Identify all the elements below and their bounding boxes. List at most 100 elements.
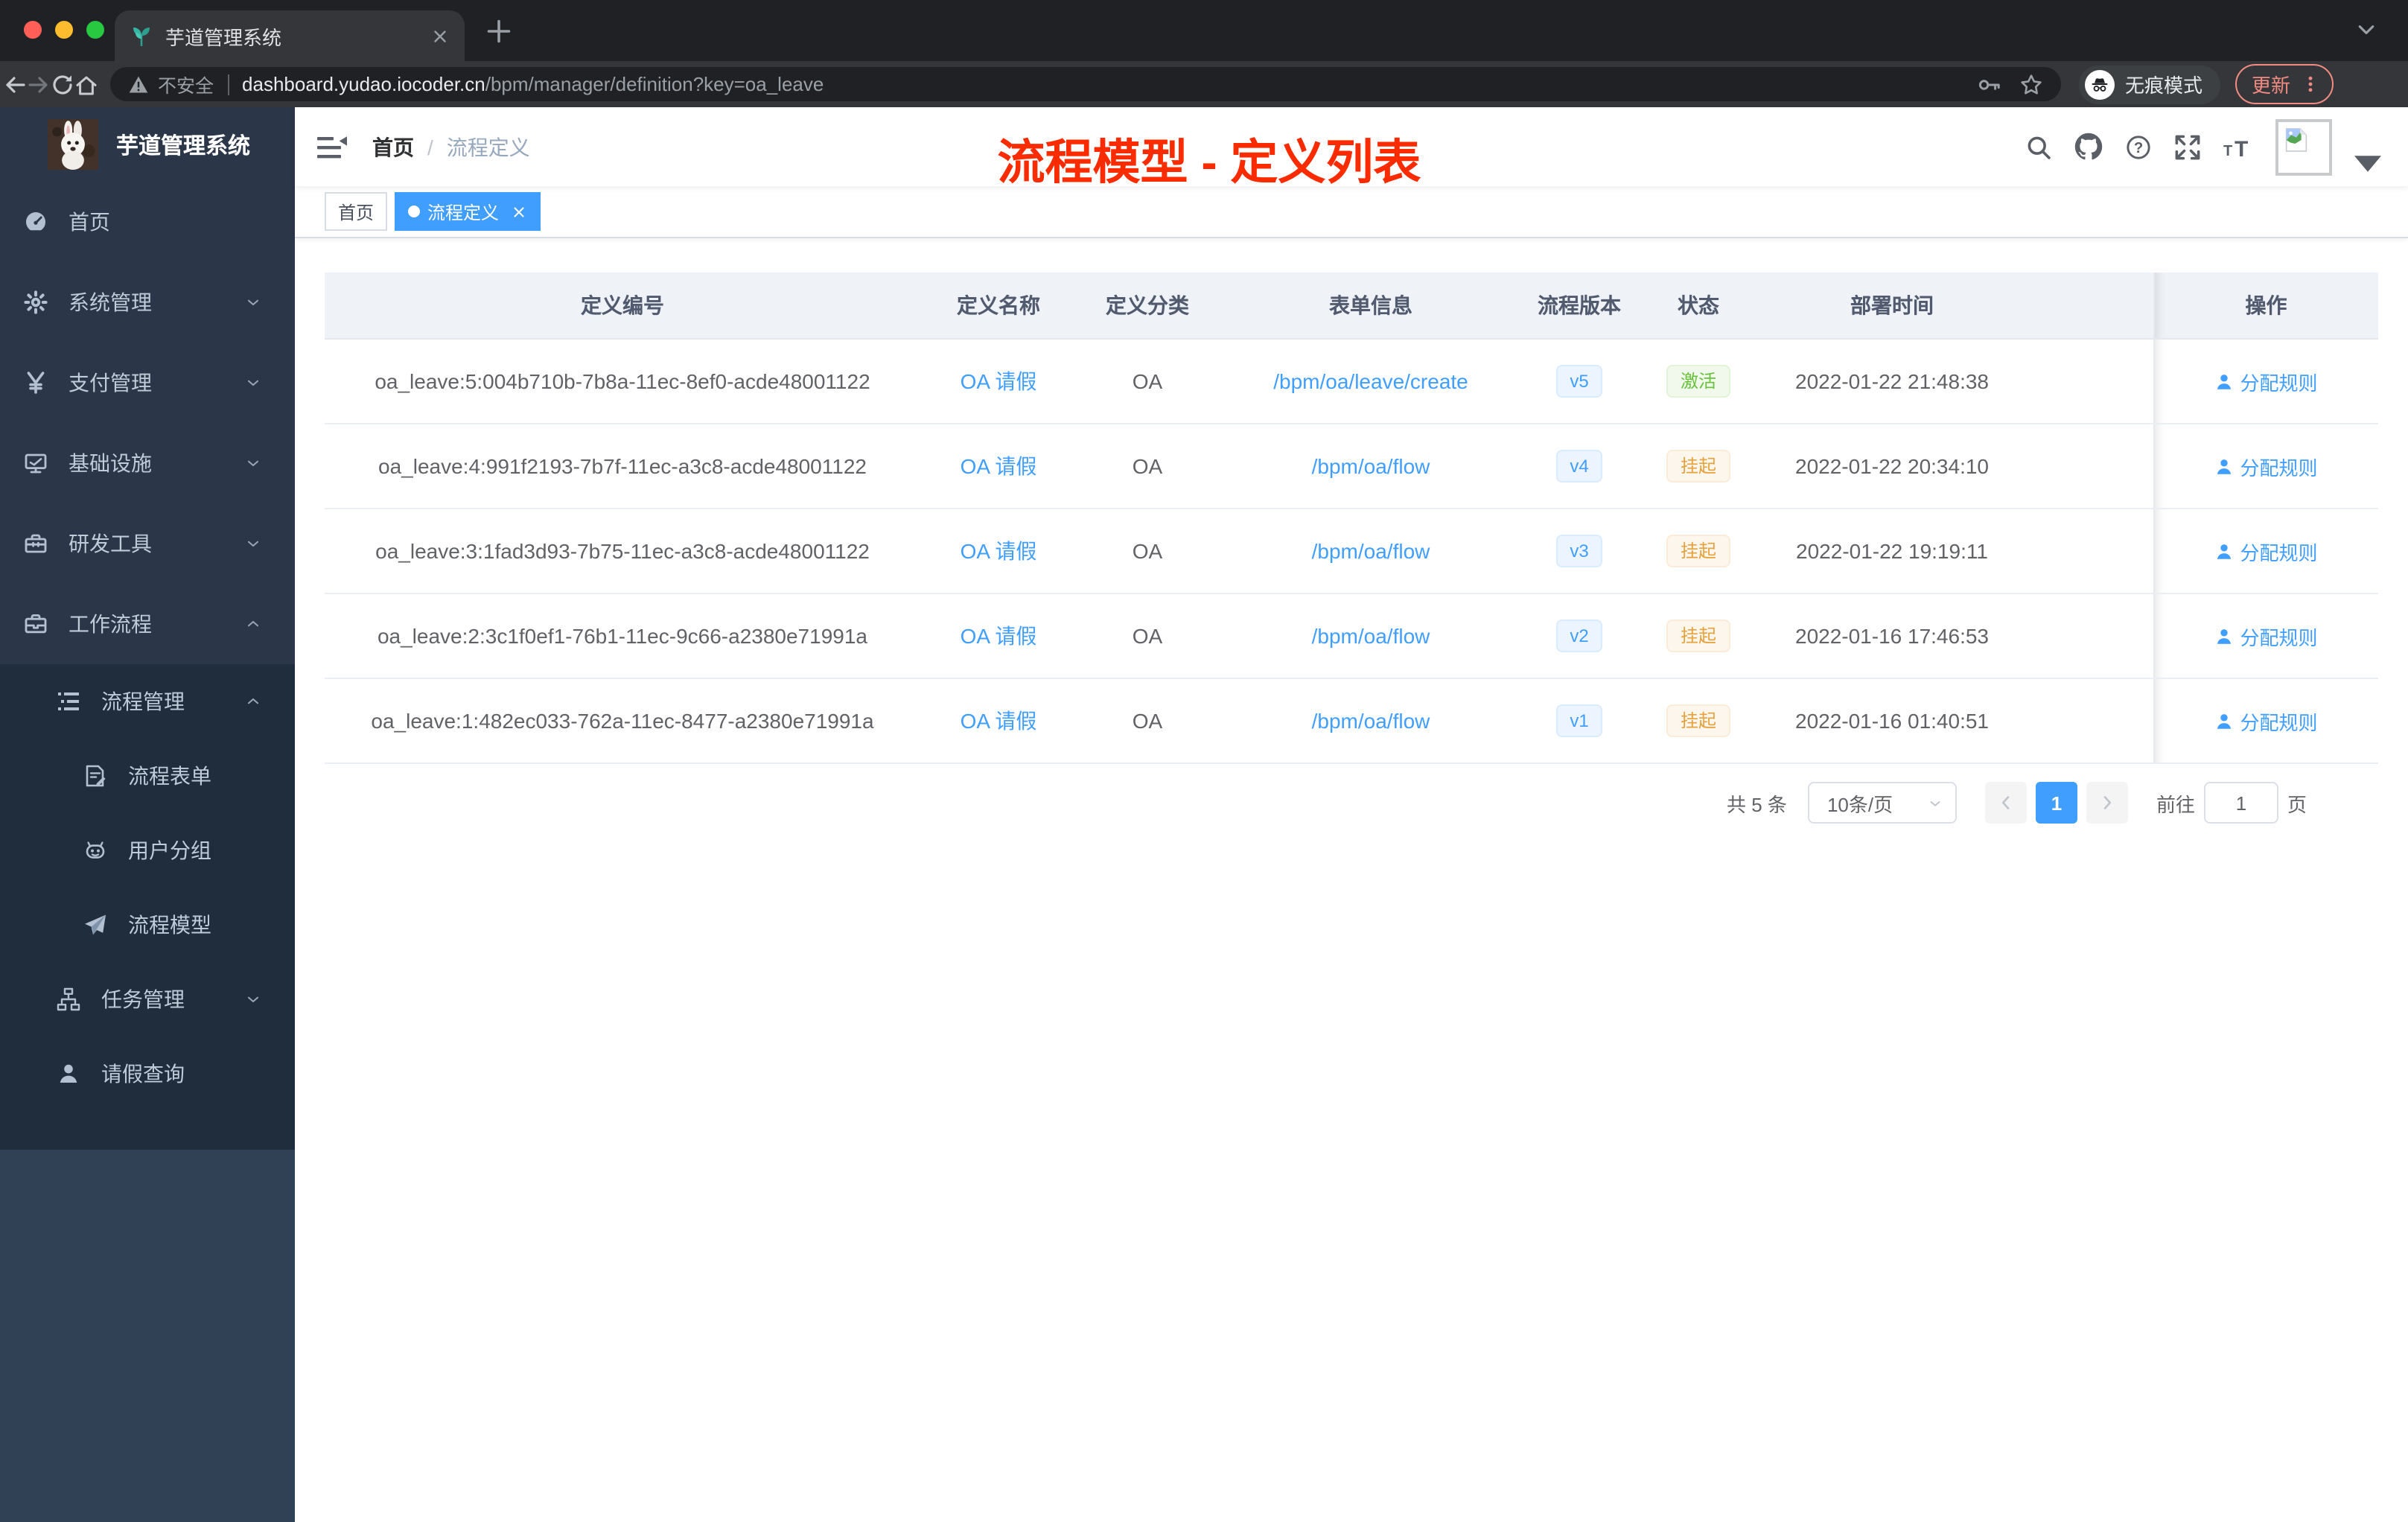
tag-首页[interactable]: 首页 (325, 192, 388, 231)
svg-text:T: T (2223, 142, 2232, 159)
browser-menu-dots-icon[interactable] (2301, 74, 2320, 94)
active-tag-dot (408, 206, 421, 217)
definition-name-link[interactable]: OA 请假 (961, 454, 1037, 478)
sidebar-item-基础设施[interactable]: 基础设施 (0, 423, 295, 503)
chevron-down-icon (244, 374, 262, 392)
url-divider (227, 74, 229, 95)
form-info-link[interactable]: /bpm/oa/flow (1312, 539, 1430, 563)
tag-流程定义[interactable]: 流程定义 (395, 192, 541, 231)
sidebar-item-任务管理[interactable]: 任务管理 (0, 962, 295, 1037)
form-info-link[interactable]: /bpm/oa/flow (1312, 709, 1430, 733)
definition-name-link[interactable]: OA 请假 (961, 539, 1037, 563)
zoom-window-button[interactable] (86, 21, 104, 39)
forward-icon[interactable] (27, 72, 51, 96)
reload-icon[interactable] (51, 72, 74, 96)
form-info-link[interactable]: /bpm/oa/flow (1312, 454, 1430, 478)
tab-close-icon[interactable] (430, 26, 450, 45)
dashboard-icon (24, 210, 48, 234)
pagination: 共 5 条 10条/页 1 前往 页 (325, 782, 2378, 824)
help-icon[interactable]: ? (2125, 133, 2152, 160)
prev-page-button[interactable] (1984, 782, 2027, 824)
assign-rule-link[interactable]: 分配规则 (2214, 367, 2318, 395)
sidebar-item-label: 流程表单 (128, 764, 211, 788)
breadcrumb-home[interactable]: 首页 (372, 132, 414, 162)
sidebar-logo[interactable]: 芋道管理系统 (0, 107, 295, 182)
chrome-update-button[interactable]: 更新 (2235, 64, 2334, 104)
sidebar-item-支付管理[interactable]: 支付管理 (0, 343, 295, 423)
breadcrumb: 首页 / 流程定义 (372, 132, 530, 162)
cell-filler (2022, 424, 2153, 509)
sidebar-item-用户分组[interactable]: 用户分组 (0, 813, 295, 888)
home-icon[interactable] (74, 72, 98, 96)
page-size-select[interactable]: 10条/页 (1807, 782, 1957, 824)
user-avatar[interactable] (2275, 118, 2332, 175)
sidebar-item-label: 请假查询 (101, 1062, 185, 1086)
user-icon (2214, 456, 2234, 476)
browser-toolbar: 不安全 dashboard.yudao.iocoder.cn/bpm/manag… (0, 61, 2408, 107)
browser-tab[interactable]: 芋道管理系统 (115, 10, 465, 61)
cell-filler (2022, 509, 2153, 594)
assign-rule-link[interactable]: 分配规则 (2214, 622, 2318, 650)
tree-icon (57, 987, 80, 1011)
yen-icon (24, 371, 48, 395)
security-label: 不安全 (158, 76, 214, 97)
form-info-link[interactable]: /bpm/oa/leave/create (1273, 369, 1468, 393)
page-1-button[interactable]: 1 (2035, 782, 2077, 824)
close-window-button[interactable] (24, 21, 42, 39)
tag-close-icon[interactable] (511, 203, 527, 220)
sidebar-item-label: 研发工具 (69, 532, 152, 555)
cell-filler (2022, 678, 2153, 764)
github-icon[interactable] (2074, 133, 2103, 161)
assign-rule-label: 分配规则 (2240, 456, 2318, 479)
sidebar-item-工作流程[interactable]: 工作流程 (0, 584, 295, 664)
sidebar-item-流程表单[interactable]: 流程表单 (0, 739, 295, 813)
back-icon[interactable] (3, 72, 27, 96)
assign-rule-link[interactable]: 分配规则 (2214, 452, 2318, 480)
chevron-up-icon (244, 692, 262, 710)
sidebar-item-请假查询[interactable]: 请假查询 (0, 1037, 295, 1111)
pagination-total: 共 5 条 (1727, 793, 1787, 815)
monitor-icon (24, 451, 48, 475)
prev-chevron-icon (1997, 794, 2015, 812)
new-tab-button[interactable] (485, 18, 512, 45)
font-size-icon[interactable]: TT (2223, 135, 2253, 159)
sidebar: 芋道管理系统 首页系统管理支付管理 基础设施研发工具工作流程 流程管理流程表单用户分… (0, 107, 295, 1522)
sidebar-item-首页[interactable]: 首页 (0, 182, 295, 262)
chevron-down-icon (244, 535, 262, 553)
cell-definition-category: OA (1077, 509, 1218, 594)
logo-rabbit-avatar (48, 119, 98, 170)
browser-tab-strip: 芋道管理系统 (0, 0, 2408, 61)
next-page-button[interactable] (2086, 782, 2128, 824)
status-tag: 挂起 (1666, 704, 1730, 737)
sidebar-item-label: 系统管理 (69, 290, 152, 314)
form-info-link[interactable]: /bpm/oa/flow (1312, 624, 1430, 648)
not-secure-warning-icon[interactable] (128, 74, 149, 95)
address-bar[interactable]: 不安全 dashboard.yudao.iocoder.cn/bpm/manag… (110, 67, 2061, 101)
user-icon (2214, 541, 2234, 561)
next-chevron-icon (2098, 794, 2116, 812)
cell-definition-category: OA (1077, 339, 1218, 424)
assign-rule-link[interactable]: 分配规则 (2214, 707, 2318, 735)
sidebar-item-流程模型[interactable]: 流程模型 (0, 888, 295, 962)
fullscreen-icon[interactable] (2174, 133, 2201, 160)
cell-filler (2022, 339, 2153, 424)
definition-table: 定义编号 定义名称 定义分类 表单信息 流程版本 状态 部署时间 操作 oa_leave:5:0… (325, 273, 2378, 764)
avatar-caret-down-icon[interactable] (2354, 150, 2381, 176)
cell-definition-category: OA (1077, 424, 1218, 509)
sidebar-item-系统管理[interactable]: 系统管理 (0, 262, 295, 343)
cell-definition-category: OA (1077, 678, 1218, 764)
sidebar-collapse-hamburger-icon[interactable] (317, 133, 347, 160)
cell-deploy-time: 2022-01-22 21:48:38 (1762, 339, 2022, 424)
sidebar-item-流程管理[interactable]: 流程管理 (0, 664, 295, 739)
password-key-icon[interactable] (1978, 72, 2001, 96)
definition-name-link[interactable]: OA 请假 (961, 624, 1037, 648)
tab-search-chevron-icon[interactable] (2356, 19, 2377, 40)
definition-name-link[interactable]: OA 请假 (961, 709, 1037, 733)
goto-page-input[interactable] (2203, 782, 2278, 824)
search-icon[interactable] (2025, 133, 2052, 160)
bookmark-star-icon[interactable] (2019, 72, 2043, 96)
assign-rule-link[interactable]: 分配规则 (2214, 537, 2318, 565)
minimize-window-button[interactable] (55, 21, 73, 39)
definition-name-link[interactable]: OA 请假 (961, 369, 1037, 393)
sidebar-item-研发工具[interactable]: 研发工具 (0, 503, 295, 584)
